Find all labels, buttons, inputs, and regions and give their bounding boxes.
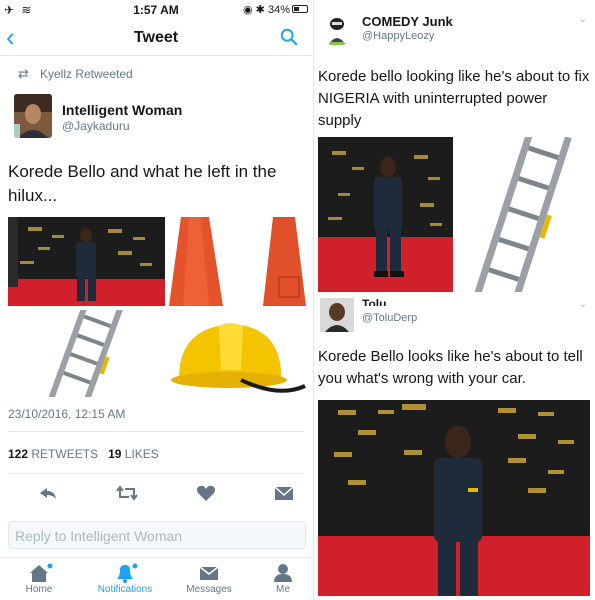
retweet-banner-text: Kyellz Retweeted (40, 67, 133, 81)
tweet-actions (8, 484, 304, 504)
nav-bar: ‹ Tweet (0, 20, 312, 56)
retweets-label[interactable]: RETWEETS (31, 447, 98, 461)
tweet-text: Korede bello looking like he's about to … (318, 68, 590, 129)
reply-input[interactable]: Reply to Intelligent Woman (8, 521, 306, 549)
author-handle[interactable]: @ToluDerp (362, 312, 417, 324)
avatar[interactable] (320, 14, 354, 48)
tab-home[interactable]: Home (0, 562, 78, 595)
envelope-icon (199, 566, 219, 580)
avatar[interactable] (14, 94, 52, 138)
avatar[interactable] (320, 298, 354, 332)
tab-me[interactable]: Me (254, 562, 312, 595)
tab-messages[interactable]: Messages (170, 562, 248, 595)
home-icon (30, 563, 53, 582)
tweet-media-grid (8, 217, 306, 397)
heart-icon[interactable] (196, 484, 216, 502)
author-name[interactable]: COMEDY Junk (362, 14, 453, 29)
man-in-overalls-photo[interactable] (318, 400, 590, 596)
chevron-down-icon[interactable]: ⌄ (579, 299, 587, 310)
direct-message-icon[interactable] (274, 484, 294, 502)
page-title: Tweet (133, 29, 179, 46)
ladder-photo[interactable] (8, 310, 165, 397)
likes-label[interactable]: LIKES (125, 447, 159, 461)
divider (8, 431, 304, 432)
status-bar: ✈ ≋ 1:57 AM ◉ ✱ 34% (0, 0, 312, 20)
tab-notifications[interactable]: Notifications (86, 562, 164, 595)
reply-icon[interactable] (38, 484, 58, 502)
divider (8, 473, 304, 474)
chevron-down-icon[interactable]: ⌄ (579, 14, 587, 25)
engagement-counts: 122 RETWEETS 19 LIKES (8, 447, 159, 461)
tweet-media (318, 137, 590, 292)
tab-messages-label: Messages (186, 584, 232, 595)
hard-hat-photo[interactable] (169, 310, 306, 397)
tab-notifications-label: Notifications (97, 584, 153, 595)
author-name[interactable]: Tolu. (362, 297, 390, 306)
tab-me-label: Me (276, 584, 290, 595)
battery-percent: ◉ ✱ 34% (243, 4, 290, 16)
left-tweet-screenshot: ✈ ≋ 1:57 AM ◉ ✱ 34% ‹ Tweet ⇄ Kyellz Ret… (0, 0, 312, 600)
traffic-cones-photo[interactable] (169, 217, 306, 306)
battery-icon (292, 5, 308, 13)
retweet-icon: ⇄ (18, 66, 29, 81)
tweet-text: Korede Bello and what he left in the hil… (8, 162, 277, 205)
author-handle[interactable]: @Jaykaduru (62, 119, 130, 133)
ladder-photo[interactable] (457, 137, 590, 292)
retweet-banner[interactable]: ⇄ Kyellz Retweeted (18, 66, 133, 81)
search-icon[interactable] (280, 28, 298, 46)
tweet-timestamp: 23/10/2016, 12:15 AM (8, 407, 126, 421)
right-tweets-screenshot: COMEDY Junk @HappyLeozy ⌄ Korede bello l… (313, 0, 595, 600)
tab-bar: Home Notifications Messages Me (0, 557, 312, 600)
likes-count[interactable]: 19 (108, 447, 121, 461)
man-in-overalls-photo[interactable] (318, 137, 453, 292)
man-in-overalls-photo[interactable] (8, 217, 165, 306)
tab-home-label: Home (25, 584, 53, 595)
person-icon (274, 564, 292, 582)
bell-icon (117, 563, 138, 583)
tweet-text: Korede Bello looks like he's about to te… (318, 348, 583, 387)
author-handle[interactable]: @HappyLeozy (362, 30, 434, 42)
retweet-icon[interactable] (116, 484, 138, 502)
retweets-count[interactable]: 122 (8, 447, 28, 461)
author-name[interactable]: Intelligent Woman (62, 102, 182, 118)
